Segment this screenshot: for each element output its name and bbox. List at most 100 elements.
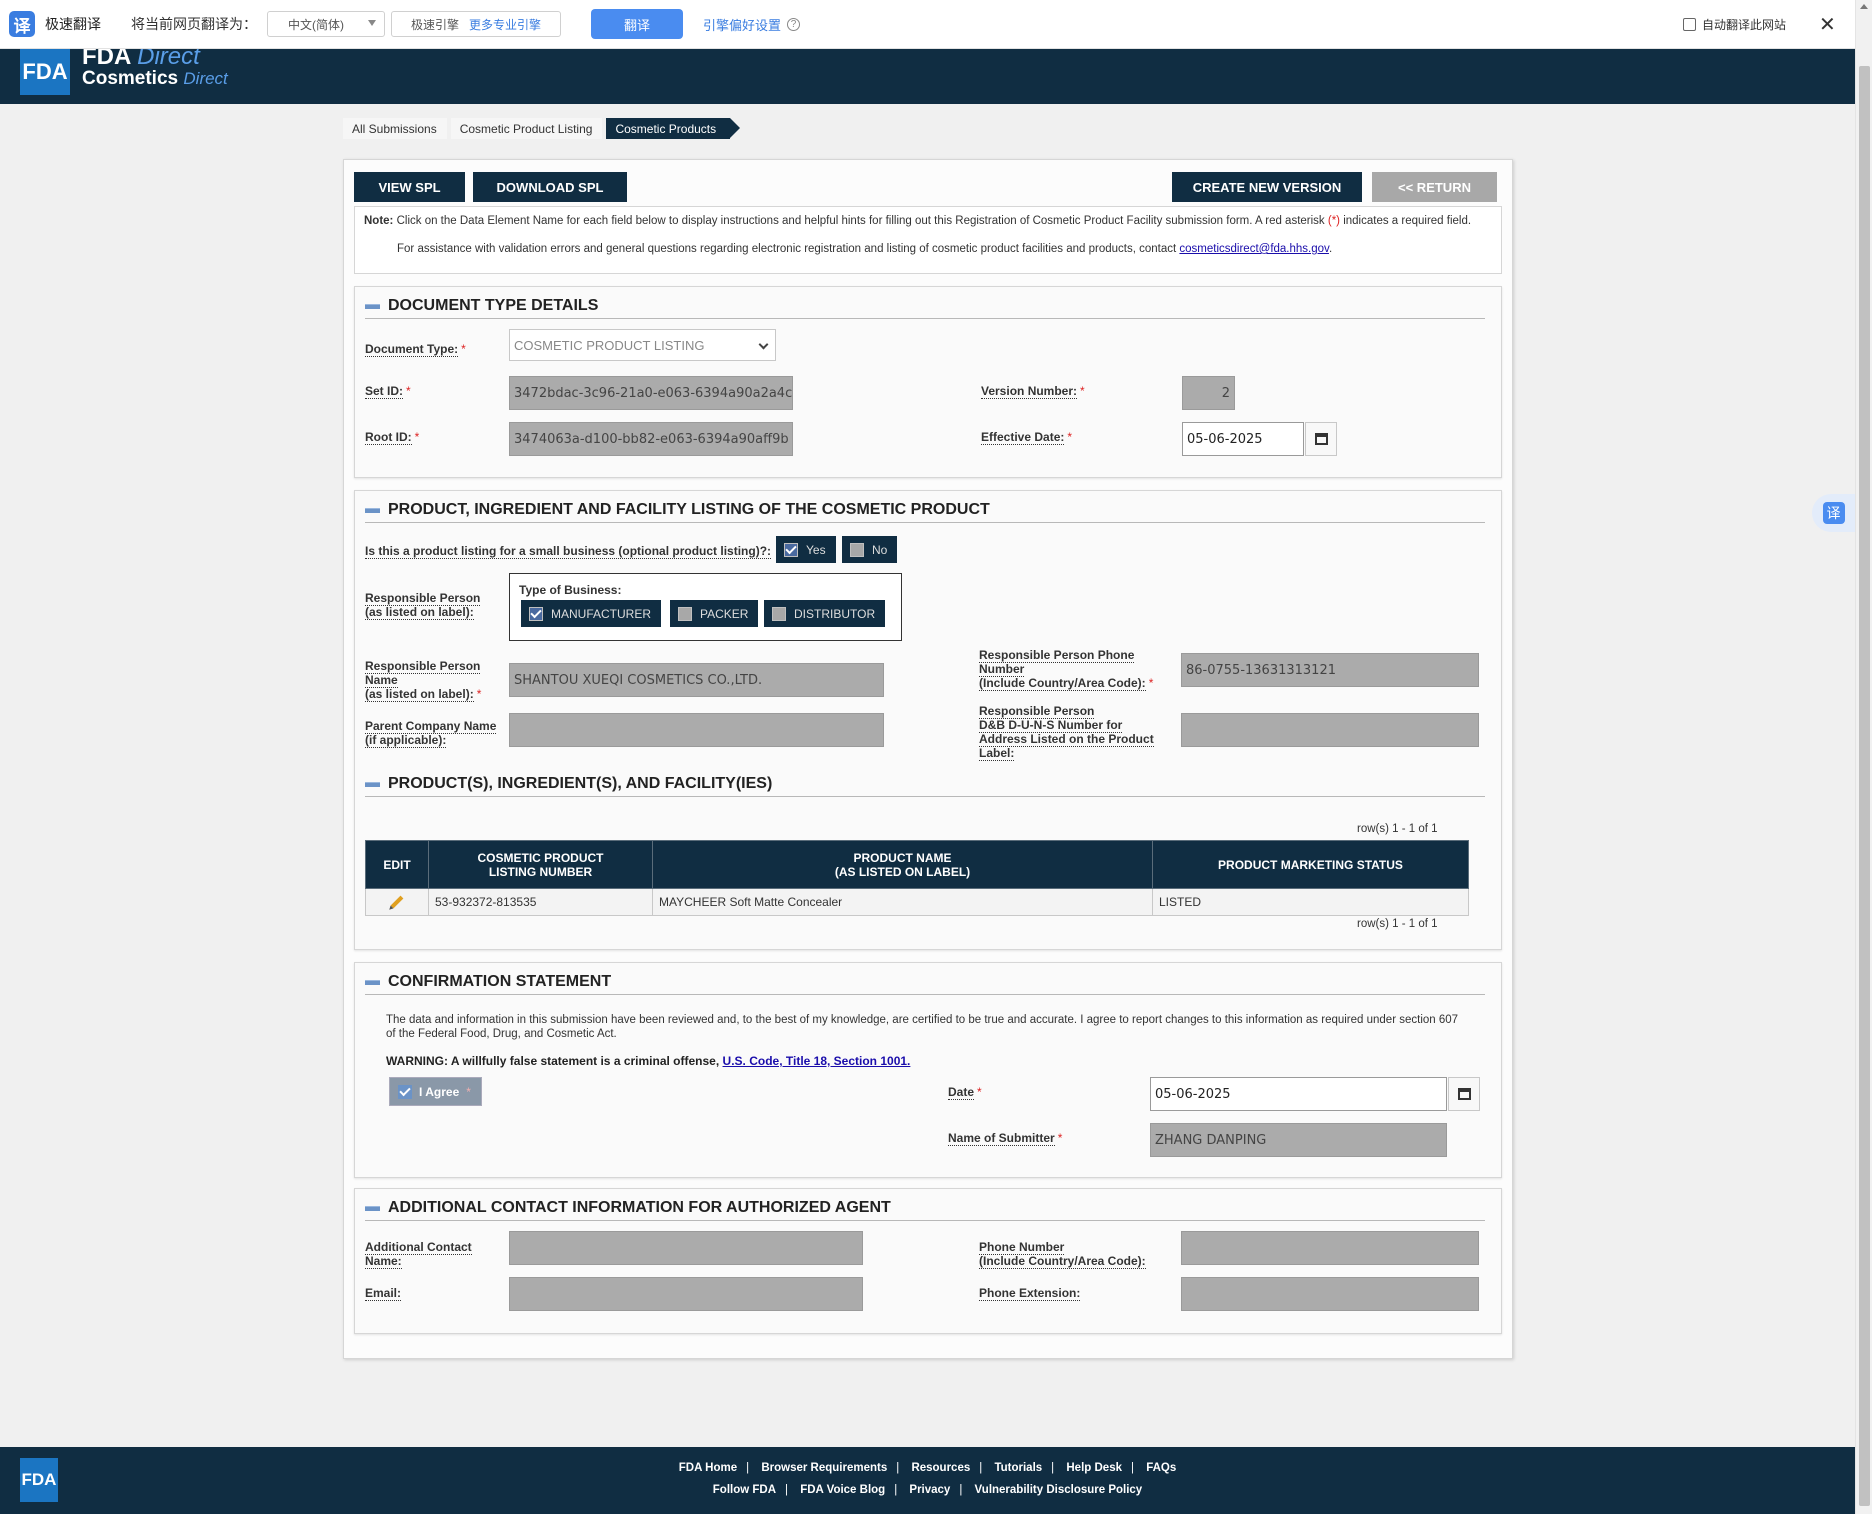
checkbox-empty-icon [850,542,864,557]
site-footer: FDA FDA Home | Browser Requirements | Reso… [0,1447,1855,1514]
footer-link-tutorials[interactable]: Tutorials [994,1462,1042,1474]
effective-date-label[interactable]: Effective Date: * [981,430,1072,445]
footer-link-vulnerability-disclosure[interactable]: Vulnerability Disclosure Policy [975,1484,1143,1496]
edit-cell[interactable] [365,888,429,916]
small-business-no[interactable]: No [842,536,898,563]
close-icon[interactable]: ✕ [1819,12,1836,37]
business-distributor[interactable]: DISTRIBUTOR [764,600,886,627]
breadcrumb-all-submissions[interactable]: All Submissions [343,118,447,139]
products-table: EDIT COSMETIC PRODUCT LISTING NUMBER PROD… [365,840,1469,916]
duns-label[interactable]: Responsible Person D&B D-U-N-S Number for… [979,704,1154,761]
collapse-icon[interactable] [365,1205,380,1211]
collapse-icon[interactable] [365,979,380,985]
document-type-title[interactable]: DOCUMENT TYPE DETAILS [365,297,598,315]
breadcrumb-cosmetic-products: Cosmetic Products [606,118,740,139]
submitter-field[interactable]: ZHANG DANPING [1150,1123,1447,1157]
version-number-field[interactable]: 2 [1182,376,1235,410]
support-email-link[interactable]: cosmeticsdirect@fda.hhs.gov [1179,243,1329,255]
language-select[interactable]: 中文(简体) [267,11,385,37]
date-label[interactable]: Date * [948,1085,982,1100]
footer-link-privacy[interactable]: Privacy [909,1484,950,1496]
rp-name-label[interactable]: Responsible Person Name (as listed on labe… [365,659,481,702]
scroll-up-icon[interactable] [1860,4,1868,9]
pencil-icon[interactable] [390,895,404,909]
download-spl-button[interactable]: DOWNLOAD SPL [473,172,627,202]
listing-number-cell: 53-932372-813535 [428,888,653,916]
responsible-person-label[interactable]: Responsible Person (as listed on label): [365,591,481,620]
effective-date-field[interactable]: 05-06-2025 [1182,422,1304,456]
us-code-link[interactable]: U.S. Code, Title 18, Section 1001. [723,1054,911,1068]
confirmation-statement: The data and information in this submiss… [386,1014,1459,1040]
footer-link-browser-requirements[interactable]: Browser Requirements [761,1462,887,1474]
phone-number-label[interactable]: Phone Number (Include Country/Area Code): [979,1240,1146,1269]
rp-name-field[interactable]: SHANTOU XUEQI COSMETICS CO.,LTD. [509,663,884,697]
small-business-yes[interactable]: Yes [776,536,836,563]
email-field[interactable] [509,1277,863,1311]
col-marketing-status[interactable]: PRODUCT MARKETING STATUS [1152,840,1469,889]
calendar-icon[interactable] [1448,1077,1480,1111]
root-id-field[interactable]: 3474063a-d100-bb82-e063-6394a90aff9b [509,422,793,456]
auto-translate-toggle[interactable]: 自动翻译此网站 [1683,16,1786,33]
section-divider [365,796,1485,797]
view-spl-button[interactable]: VIEW SPL [354,172,465,202]
footer-link-fda-home[interactable]: FDA Home [679,1462,737,1474]
product-listing-title[interactable]: PRODUCT, INGREDIENT AND FACILITY LISTING… [365,501,990,519]
auto-translate-checkbox[interactable] [1683,18,1696,31]
contact-name-label[interactable]: Additional Contact Name: [365,1240,472,1269]
translate-toolbar: 译 极速翻译 将当前网页翻译为： 中文(简体) 极速引擎 更多专业引擎 翻译 引… [0,0,1855,49]
additional-contact-title[interactable]: ADDITIONAL CONTACT INFORMATION FOR AUTHO… [365,1199,891,1217]
document-type-label[interactable]: Document Type: * [365,342,466,357]
footer-link-help-desk[interactable]: Help Desk [1066,1462,1122,1474]
footer-link-resources[interactable]: Resources [911,1462,970,1474]
document-type-select[interactable]: COSMETIC PRODUCT LISTING [509,329,776,361]
set-id-field[interactable]: 3472bdac-3c96-21a0-e063-6394a90a2a4c [509,376,793,410]
engine-select[interactable]: 极速引擎 更多专业引擎 [391,11,561,37]
date-field[interactable]: 05-06-2025 [1150,1077,1447,1111]
translate-logo-icon: 译 [9,11,35,37]
rp-phone-label[interactable]: Responsible Person Phone Number (Include C… [979,648,1153,691]
create-new-version-button[interactable]: CREATE NEW VERSION [1172,172,1362,202]
col-listing-number[interactable]: COSMETIC PRODUCT LISTING NUMBER [428,840,653,889]
check-icon [398,1084,412,1099]
footer-link-follow-fda[interactable]: Follow FDA [713,1484,776,1496]
collapse-icon[interactable] [365,303,380,309]
parent-company-label[interactable]: Parent Company Name (if applicable): [365,719,497,748]
page-scrollbar[interactable] [1855,0,1872,1514]
phone-extension-label[interactable]: Phone Extension: [979,1286,1081,1301]
rp-phone-field[interactable]: 86-0755-13631313121 [1181,653,1479,687]
phone-extension-field[interactable] [1181,1277,1479,1311]
business-packer[interactable]: PACKER [670,600,759,627]
duns-field[interactable] [1181,713,1479,747]
collapse-icon[interactable] [365,507,380,513]
calendar-icon[interactable] [1305,422,1337,456]
parent-company-field[interactable] [509,713,884,747]
more-engines-link[interactable]: 更多专业引擎 [469,16,541,33]
root-id-label[interactable]: Root ID: * [365,430,419,445]
email-label[interactable]: Email: [365,1286,402,1301]
cosmetics-direct-bold: Cosmetics [82,68,179,89]
business-manufacturer[interactable]: MANUFACTURER [521,600,662,627]
return-button[interactable]: << RETURN [1372,172,1497,202]
section-divider [365,994,1485,995]
contact-name-field[interactable] [509,1231,863,1265]
site-header: FDA FDA Direct Cosmetics Direct [0,43,1855,104]
footer-link-voice-blog[interactable]: FDA Voice Blog [800,1484,885,1496]
set-id-label[interactable]: Set ID: * [365,384,411,399]
confirmation-title[interactable]: CONFIRMATION STATEMENT [365,973,611,991]
help-icon[interactable]: ? [787,17,801,31]
submitter-label[interactable]: Name of Submitter * [948,1131,1062,1146]
fda-logo[interactable]: FDA [20,49,70,95]
small-business-label[interactable]: Is this a product listing for a small bu… [365,544,772,559]
version-number-label[interactable]: Version Number: * [981,384,1085,399]
translate-button[interactable]: 翻译 [591,9,683,39]
phone-number-field[interactable] [1181,1231,1479,1265]
collapse-icon[interactable] [365,781,380,787]
footer-link-faqs[interactable]: FAQs [1146,1462,1176,1474]
col-product-name[interactable]: PRODUCT NAME (AS LISTED ON LABEL) [652,840,1153,889]
products-title[interactable]: PRODUCT(S), INGREDIENT(S), AND FACILITY(… [365,775,772,793]
engine-preferences-link[interactable]: 引擎偏好设置 ? [703,15,801,34]
floating-translate-button[interactable]: 译 [1812,494,1855,532]
breadcrumb-cosmetic-product-listing[interactable]: Cosmetic Product Listing [450,118,603,139]
i-agree-checkbox[interactable]: I Agree * [389,1077,482,1106]
scrollbar-thumb[interactable] [1859,66,1870,1506]
